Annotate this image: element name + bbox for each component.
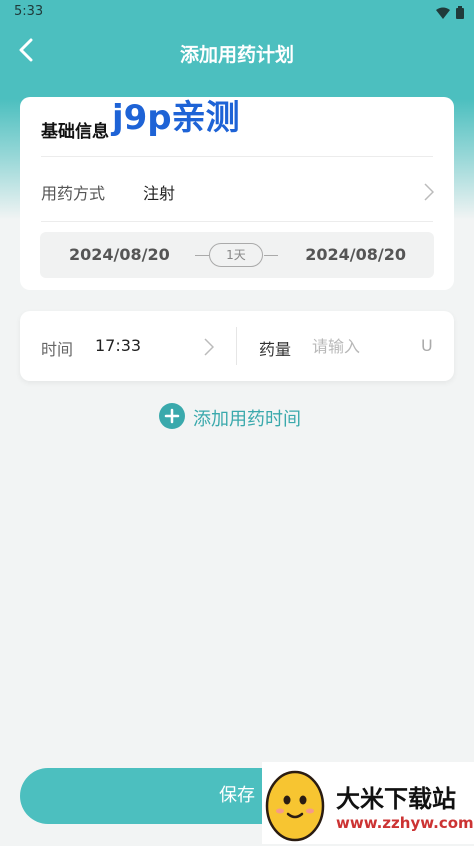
chevron-right-icon [424,183,435,205]
dose-time-card: 时间 17:33 药量 U [20,311,454,381]
plus-circle-icon [159,403,185,433]
days-badge: 1天 [209,243,263,267]
dash [264,255,278,256]
divider [41,221,433,222]
date-range: 2024/08/20 1天 2024/08/20 [40,232,434,278]
download-site-watermark: 大米下载站 www.zzhyw.com [262,762,474,844]
status-icons [436,4,464,23]
method-value: 注射 [143,184,176,203]
site-url: www.zzhyw.com [336,814,474,832]
method-row[interactable]: 用药方式 注射 [20,167,454,219]
chevron-right-icon[interactable] [204,338,215,360]
basic-info-title: 基础信息 [41,122,109,142]
time-label: 时间 [41,340,74,359]
dash [195,255,209,256]
status-bar: 5:33 [0,0,474,24]
start-date[interactable]: 2024/08/20 [69,245,170,264]
add-time-button[interactable]: 添加用药时间 [159,403,301,433]
vertical-divider [236,327,237,365]
dose-input[interactable] [312,335,412,357]
method-label: 用药方式 [41,184,106,203]
save-label: 保存 [219,785,255,806]
nav-bar: 添加用药计划 [0,24,474,80]
dose-unit: U [421,336,433,355]
divider [41,156,433,157]
egg-mascot-icon [264,764,326,846]
add-time-label: 添加用药时间 [193,409,301,430]
battery-icon [456,4,464,23]
end-date[interactable]: 2024/08/20 [305,245,406,264]
page-title: 添加用药计划 [179,44,294,66]
time-value[interactable]: 17:33 [95,336,141,355]
status-time: 5:33 [14,4,44,19]
watermark-text: j9p亲测 [112,98,240,138]
dose-label: 药量 [259,340,292,359]
wifi-icon [436,4,450,23]
site-name: 大米下载站 [336,785,456,813]
